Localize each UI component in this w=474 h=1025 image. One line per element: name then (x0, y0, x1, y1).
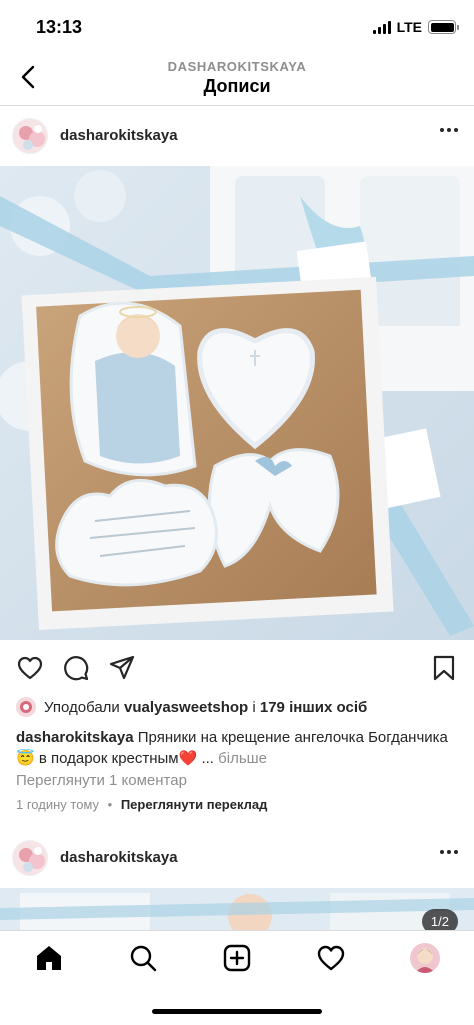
status-time: 13:13 (36, 17, 83, 37)
caption-more-link[interactable]: більше (218, 750, 267, 767)
network-label: LTE (396, 19, 422, 35)
meta-separator: • (107, 797, 113, 812)
status-bar: 13:13 LTE (0, 0, 474, 50)
avatar[interactable] (12, 840, 48, 876)
likes-text: Уподобали vualyasweetshop і 179 інших ос… (44, 699, 367, 716)
page-title: Дописи (203, 76, 271, 96)
post-timestamp: 1 годину тому (16, 797, 100, 812)
likes-prefix: Уподобали (44, 698, 124, 716)
likes-summary[interactable]: Уподобали vualyasweetshop і 179 інших ос… (16, 697, 367, 717)
status-indicators: LTE (372, 19, 459, 35)
post-actions (0, 648, 474, 688)
home-indicator (152, 1009, 322, 1014)
comment-icon[interactable] (62, 654, 90, 682)
next-post-header: dasharokitskaya (0, 828, 474, 888)
bookmark-icon[interactable] (430, 654, 458, 682)
likes-count[interactable]: 179 інших осіб (260, 699, 367, 716)
plus-square-icon[interactable] (222, 943, 252, 973)
heart-icon[interactable] (16, 654, 44, 682)
caption-username[interactable]: dasharokitskaya (16, 729, 134, 746)
translate-link[interactable]: Переглянути переклад (121, 797, 268, 812)
heart-icon[interactable] (316, 943, 346, 973)
search-icon[interactable] (128, 943, 158, 973)
signal-icon (372, 20, 391, 34)
next-post-username[interactable]: dasharokitskaya (60, 849, 178, 866)
battery-icon (428, 20, 459, 34)
post-header: dasharokitskaya (0, 106, 474, 166)
more-options-icon[interactable] (440, 850, 458, 854)
post-image[interactable] (0, 166, 474, 640)
post-caption: dasharokitskaya Пряники на крещение анге… (16, 727, 456, 769)
header-account: DASHAROKITSKAYA (167, 59, 307, 74)
avatar[interactable] (410, 943, 440, 973)
post-username[interactable]: dasharokitskaya (60, 127, 178, 144)
likes-middle: і (248, 698, 260, 716)
home-icon[interactable] (34, 943, 64, 973)
avatar[interactable] (12, 118, 48, 154)
avatar (16, 697, 36, 717)
page-header: DASHAROKITSKAYA Дописи (0, 50, 474, 106)
paper-plane-icon[interactable] (108, 654, 136, 682)
bottom-navigation (0, 930, 474, 1025)
post-meta: 1 годину тому • Переглянути переклад (16, 797, 267, 812)
likes-user[interactable]: vualyasweetshop (124, 699, 248, 716)
more-options-icon[interactable] (440, 128, 458, 132)
view-comments-link[interactable]: Переглянути 1 коментар (16, 772, 187, 789)
